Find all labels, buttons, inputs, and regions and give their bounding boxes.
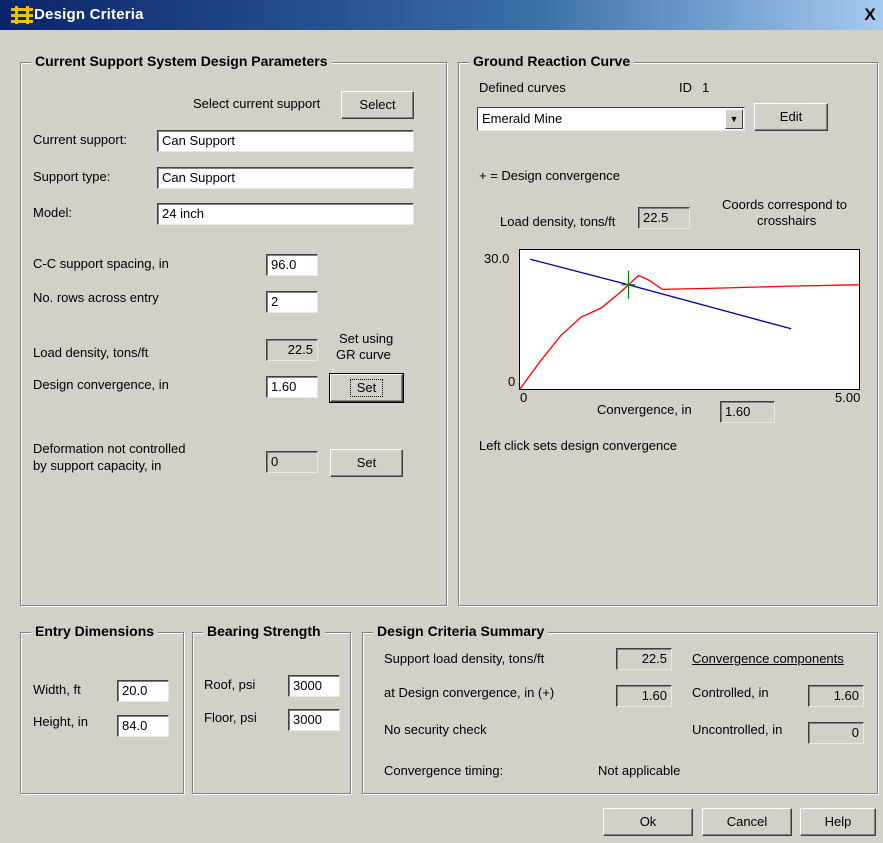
support-type-label: Support type: bbox=[33, 169, 111, 184]
title-bar: Design Criteria bbox=[0, 0, 883, 30]
current-support-field[interactable]: Can Support bbox=[157, 130, 414, 152]
convergence-axis-label: Convergence, in bbox=[597, 402, 692, 417]
convergence-components-label: Convergence components bbox=[692, 651, 844, 666]
set-using-label-1: Set using bbox=[339, 331, 394, 346]
grc-load-density-label: Load density, tons/ft bbox=[500, 214, 616, 229]
uncontrolled-field: 0 bbox=[808, 722, 864, 744]
params-legend: Current Support System Design Parameters bbox=[31, 53, 332, 69]
x-tick-left: 0 bbox=[520, 390, 528, 405]
y-tick-bottom: 0 bbox=[508, 374, 516, 389]
uncontrolled-label: Uncontrolled, in bbox=[692, 722, 783, 737]
id-label: ID bbox=[679, 80, 692, 95]
no-security-check-label: No security check bbox=[384, 722, 487, 737]
grc-plot[interactable] bbox=[519, 249, 860, 390]
set-deformation-button-label: Set bbox=[356, 455, 377, 470]
floor-field[interactable]: 3000 bbox=[288, 709, 340, 731]
help-button[interactable]: Help bbox=[800, 808, 876, 836]
design-convergence-label: Design convergence, in bbox=[33, 377, 169, 392]
left-click-note: Left click sets design convergence bbox=[479, 438, 677, 453]
rows-label: No. rows across entry bbox=[33, 290, 159, 305]
design-convergence-note: + = Design convergence bbox=[479, 168, 620, 183]
convergence-timing-label: Convergence timing: bbox=[384, 763, 504, 778]
load-density-field: 22.5 bbox=[266, 339, 318, 361]
curve-select[interactable]: Emerald Mine ▼ bbox=[477, 107, 745, 131]
y-tick-top: 30.0 bbox=[484, 251, 510, 266]
roof-label: Roof, psi bbox=[204, 677, 256, 692]
grc-load-density-field: 22.5 bbox=[638, 207, 690, 229]
summary-legend: Design Criteria Summary bbox=[373, 623, 549, 639]
defined-curves-label: Defined curves bbox=[479, 80, 566, 95]
controlled-field: 1.60 bbox=[808, 685, 864, 707]
set-deformation-button[interactable]: Set bbox=[330, 449, 403, 477]
grc-legend: Ground Reaction Curve bbox=[469, 53, 635, 69]
entry-legend: Entry Dimensions bbox=[31, 623, 159, 639]
deformation-label-2: by support capacity, in bbox=[33, 458, 162, 473]
series-line-1 bbox=[530, 258, 792, 330]
spacing-label: C-C support spacing, in bbox=[33, 256, 169, 271]
roof-field[interactable]: 3000 bbox=[288, 675, 340, 697]
model-field[interactable]: 24 inch bbox=[157, 203, 414, 225]
spacing-field[interactable]: 96.0 bbox=[266, 254, 318, 276]
model-label: Model: bbox=[33, 205, 73, 220]
curve-select-value: Emerald Mine bbox=[482, 111, 563, 126]
edit-curve-button-label: Edit bbox=[779, 109, 803, 124]
set-convergence-button-label: Set bbox=[349, 379, 384, 397]
current-support-label: Current support: bbox=[33, 132, 127, 147]
convergence-timing-value: Not applicable bbox=[598, 763, 681, 778]
cancel-button-label: Cancel bbox=[726, 814, 768, 829]
select-current-support-label: Select current support bbox=[193, 96, 321, 111]
height-field[interactable]: 84.0 bbox=[117, 715, 169, 737]
coords-note-2: crosshairs bbox=[757, 213, 817, 228]
load-density-label: Load density, tons/ft bbox=[33, 345, 149, 360]
support-load-density-field: 22.5 bbox=[616, 648, 672, 670]
entry-group: Entry Dimensions bbox=[20, 623, 184, 794]
width-label: Width, ft bbox=[33, 682, 81, 697]
at-design-convergence-field: 1.60 bbox=[616, 685, 672, 707]
set-convergence-button[interactable]: Set bbox=[329, 373, 404, 403]
chevron-down-icon[interactable]: ▼ bbox=[725, 109, 743, 129]
width-field[interactable]: 20.0 bbox=[117, 680, 169, 702]
support-type-field[interactable]: Can Support bbox=[157, 167, 414, 189]
coords-note-1: Coords correspond to bbox=[722, 197, 848, 212]
ok-button[interactable]: Ok bbox=[603, 808, 693, 836]
select-button-label: Select bbox=[359, 97, 396, 112]
window-title: Design Criteria bbox=[34, 6, 144, 23]
select-button[interactable]: Select bbox=[341, 91, 414, 119]
grc-chart-svg bbox=[520, 258, 859, 389]
close-icon[interactable]: X bbox=[861, 6, 879, 24]
floor-label: Floor, psi bbox=[204, 710, 257, 725]
id-value: 1 bbox=[702, 80, 710, 95]
help-button-label: Help bbox=[824, 814, 852, 829]
set-using-label-2: GR curve bbox=[336, 347, 391, 362]
controlled-label: Controlled, in bbox=[692, 685, 769, 700]
edit-curve-button[interactable]: Edit bbox=[754, 103, 828, 131]
app-icon bbox=[11, 6, 33, 24]
deformation-label-1: Deformation not controlled bbox=[33, 441, 186, 456]
bearing-legend: Bearing Strength bbox=[203, 623, 325, 639]
ok-button-label: Ok bbox=[639, 814, 657, 829]
series-line-0 bbox=[520, 274, 859, 389]
rows-field[interactable]: 2 bbox=[266, 291, 318, 313]
deformation-field: 0 bbox=[266, 451, 318, 473]
design-convergence-field[interactable]: 1.60 bbox=[266, 376, 318, 398]
grc-convergence-field: 1.60 bbox=[720, 401, 775, 423]
x-tick-right: 5.00 bbox=[835, 390, 861, 405]
cancel-button[interactable]: Cancel bbox=[702, 808, 792, 836]
at-design-convergence-label: at Design convergence, in (+) bbox=[384, 685, 555, 700]
support-load-density-label: Support load density, tons/ft bbox=[384, 651, 545, 666]
height-label: Height, in bbox=[33, 714, 88, 729]
